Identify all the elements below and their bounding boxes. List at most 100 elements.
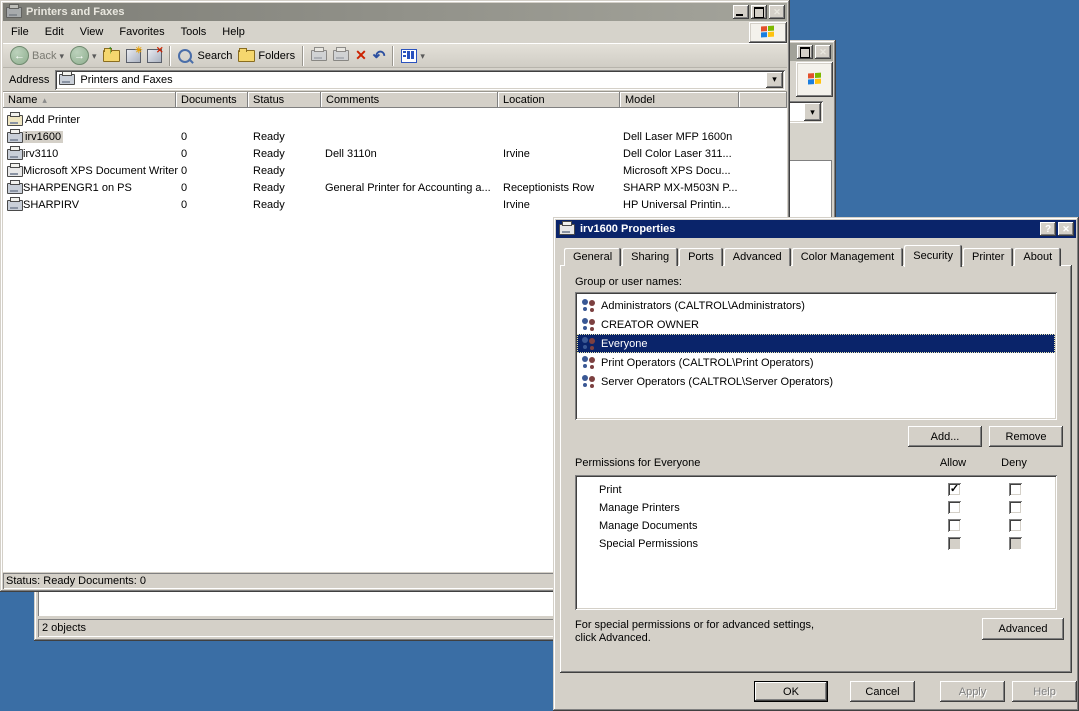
group-row-administrators[interactable]: Administrators (CALTROL\Administrators)	[577, 296, 1055, 315]
list-row-sharpengr1[interactable]: SHARPENGR1 on PS 0 Ready General Printer…	[3, 180, 787, 197]
allow-checkbox-print[interactable]	[948, 483, 961, 496]
group-row-print-operators[interactable]: Print Operators (CALTROL\Print Operators…	[577, 353, 1055, 372]
printer-icon	[7, 200, 23, 211]
allow-checkbox-manage-documents[interactable]	[948, 519, 961, 532]
column-header-filler	[739, 92, 787, 108]
users-icon	[581, 318, 597, 331]
package-add-button[interactable]: ✳	[123, 49, 144, 63]
row-documents: 0	[181, 165, 187, 177]
tab-color-management[interactable]: Color Management	[792, 248, 904, 266]
address-combo[interactable]: Printers and Faxes	[55, 70, 785, 90]
menu-view[interactable]: View	[72, 24, 112, 40]
menu-edit[interactable]: Edit	[37, 24, 72, 40]
permission-row-manage-documents[interactable]: Manage Documents	[577, 517, 1055, 535]
deny-checkbox-special-permissions	[1009, 537, 1022, 550]
folders-button[interactable]: Folders	[235, 50, 298, 62]
row-status: Ready	[253, 131, 285, 143]
close-icon[interactable]	[1058, 222, 1074, 236]
column-header-location[interactable]: Location	[498, 92, 620, 108]
forward-dropdown-icon[interactable]	[92, 50, 97, 62]
add-button[interactable]: Add...	[908, 426, 982, 447]
permission-row-print[interactable]: Print	[577, 481, 1055, 499]
group-row-everyone[interactable]: Everyone	[577, 334, 1055, 353]
group-list[interactable]: Administrators (CALTROL\Administrators) …	[575, 292, 1057, 420]
cancel-button-label: Cancel	[865, 686, 899, 698]
help-icon[interactable]	[1040, 222, 1056, 236]
printer-tool-button-2[interactable]	[330, 50, 352, 61]
printer-tool-button-1[interactable]	[308, 50, 330, 61]
permission-row-manage-printers[interactable]: Manage Printers	[577, 499, 1055, 517]
maximize-icon[interactable]	[797, 45, 813, 59]
permission-name: Print	[599, 484, 622, 496]
undo-button[interactable]: ↶	[370, 47, 389, 65]
dropdown-icon[interactable]	[804, 103, 821, 121]
menu-tools[interactable]: Tools	[173, 24, 215, 40]
group-name: Print Operators (CALTROL\Print Operators…	[601, 357, 814, 369]
list-row-add-printer[interactable]: Add Printer	[3, 112, 787, 129]
column-header-documents[interactable]: Documents	[176, 92, 248, 108]
main-titlebar[interactable]: Printers and Faxes	[3, 3, 787, 21]
search-button[interactable]: Search	[175, 49, 236, 63]
package-remove-button[interactable]: ✕	[144, 49, 165, 63]
folders-label: Folders	[258, 50, 295, 62]
deny-checkbox-print[interactable]	[1009, 483, 1022, 496]
deny-checkbox-manage-documents[interactable]	[1009, 519, 1022, 532]
toolbar-separator	[302, 46, 304, 66]
close-icon[interactable]	[815, 45, 831, 59]
list-row-xps-writer[interactable]: Microsoft XPS Document Writer 0 Ready Mi…	[3, 163, 787, 180]
close-icon[interactable]	[769, 5, 785, 19]
deny-checkbox-manage-printers[interactable]	[1009, 501, 1022, 514]
column-header-status[interactable]: Status	[248, 92, 321, 108]
permission-row-special-permissions[interactable]: Special Permissions	[577, 535, 1055, 553]
forward-button[interactable]: →	[67, 46, 100, 65]
column-header-comments[interactable]: Comments	[321, 92, 498, 108]
dialog-title: irv1600 Properties	[580, 223, 675, 235]
delete-button[interactable]: ✕	[352, 47, 370, 64]
advanced-button[interactable]: Advanced	[982, 618, 1064, 640]
allow-checkbox-manage-printers[interactable]	[948, 501, 961, 514]
tab-security[interactable]: Security	[904, 245, 962, 267]
group-row-creator-owner[interactable]: CREATOR OWNER	[577, 315, 1055, 334]
remove-button[interactable]: Remove	[989, 426, 1063, 447]
ok-button[interactable]: OK	[754, 681, 828, 702]
tab-ports[interactable]: Ports	[679, 248, 723, 266]
maximize-icon[interactable]	[751, 5, 767, 19]
tab-printer[interactable]: Printer	[963, 248, 1013, 266]
tab-general[interactable]: General	[564, 248, 621, 266]
dialog-titlebar[interactable]: irv1600 Properties	[556, 220, 1076, 238]
printer-icon	[559, 224, 575, 235]
column-header-model[interactable]: Model	[620, 92, 739, 108]
users-icon	[581, 356, 597, 369]
menu-favorites[interactable]: Favorites	[111, 24, 172, 40]
help-button-label: Help	[1033, 686, 1056, 698]
column-header-label: Location	[503, 94, 545, 106]
back-dropdown-icon[interactable]	[59, 50, 64, 62]
toolbar-separator	[392, 46, 394, 66]
menu-help[interactable]: Help	[214, 24, 253, 40]
column-header-name[interactable]: Name	[3, 92, 176, 108]
tab-advanced[interactable]: Advanced	[724, 248, 791, 266]
dropdown-icon[interactable]	[766, 72, 783, 88]
row-name: irv3110	[23, 148, 58, 160]
views-button[interactable]	[398, 49, 428, 63]
users-icon	[581, 337, 597, 350]
row-name: SHARPIRV	[23, 199, 79, 211]
menu-file[interactable]: File	[3, 24, 37, 40]
tab-sharing[interactable]: Sharing	[622, 248, 678, 266]
list-row-irv3110[interactable]: irv3110 0 Ready Dell 3110n Irvine Dell C…	[3, 146, 787, 163]
back-button[interactable]: ← Back	[7, 46, 67, 65]
views-dropdown-icon[interactable]	[420, 50, 425, 62]
up-button[interactable]: ↑	[100, 50, 123, 62]
cancel-button[interactable]: Cancel	[850, 681, 915, 702]
package-remove-icon: ✕	[147, 49, 162, 63]
minimize-icon[interactable]	[733, 5, 749, 19]
row-status: Ready	[253, 199, 285, 211]
help-button[interactable]: Help	[1012, 681, 1077, 702]
menubar: File Edit View Favorites Tools Help	[3, 21, 787, 44]
tab-about[interactable]: About	[1014, 248, 1061, 266]
permissions-list[interactable]: Print Manage Printers Manage Documents S…	[575, 475, 1057, 610]
group-name: Everyone	[601, 338, 647, 350]
list-row-sharpirv[interactable]: SHARPIRV 0 Ready Irvine HP Universal Pri…	[3, 197, 787, 214]
group-row-server-operators[interactable]: Server Operators (CALTROL\Server Operato…	[577, 372, 1055, 391]
list-row-irv1600[interactable]: irv1600 0 Ready Dell Laser MFP 1600n	[3, 129, 787, 146]
